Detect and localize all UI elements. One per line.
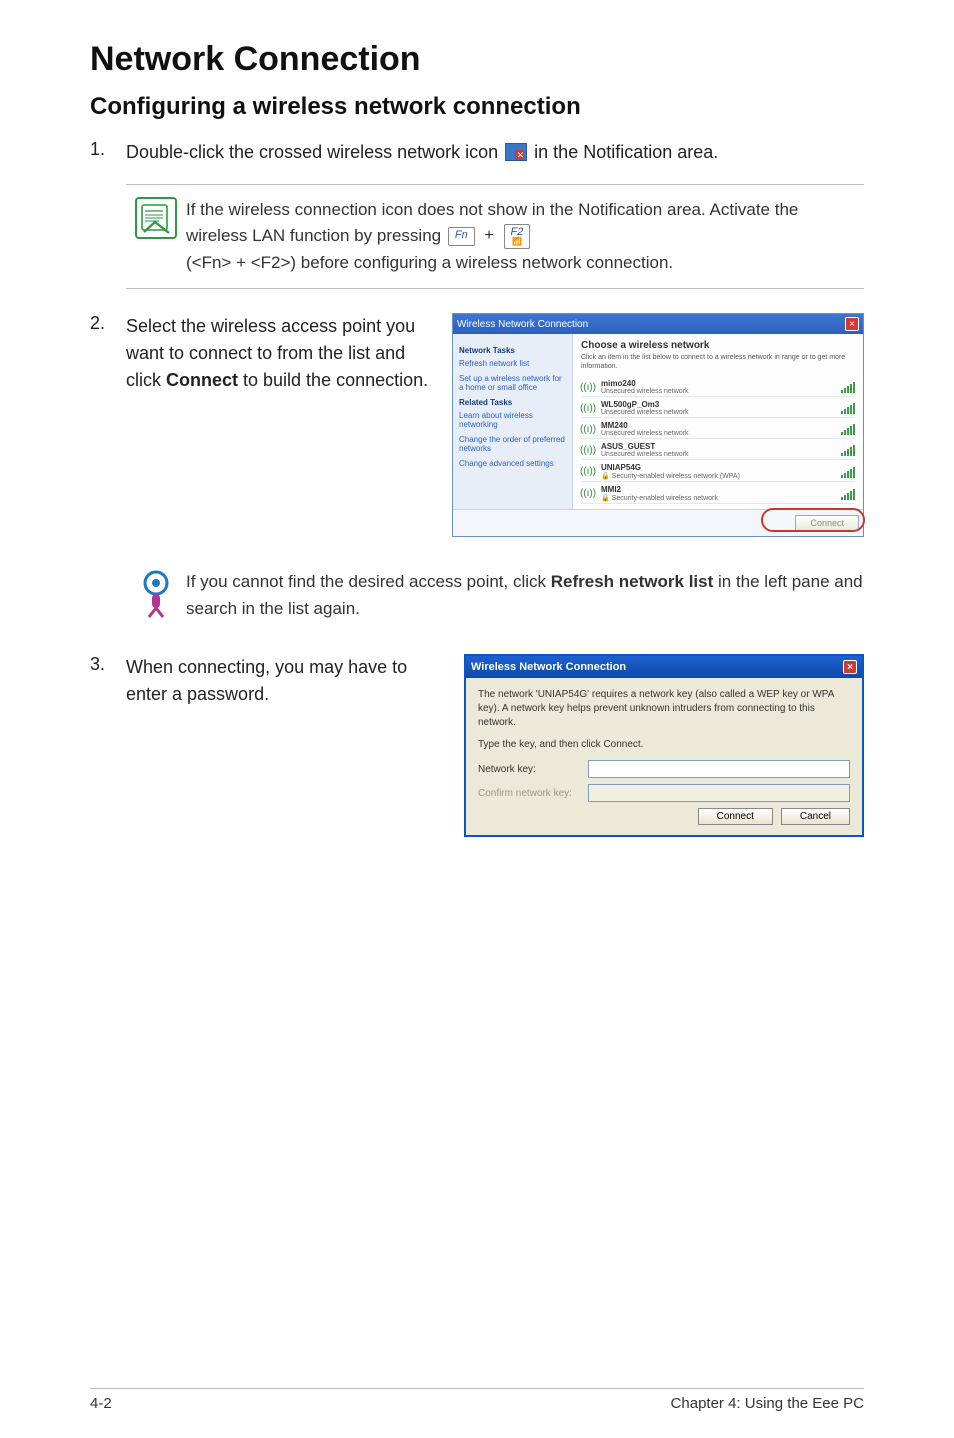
tip-block: If you cannot find the desired access po… (126, 565, 864, 624)
dialog-instruction: Type the key, and then click Connect. (478, 738, 850, 752)
dialog-close-button[interactable]: × (843, 660, 857, 674)
confirm-key-label: Confirm network key: (478, 788, 588, 799)
dialog-message: The network 'UNIAP54G' requires a networ… (478, 688, 850, 730)
network-item[interactable]: ((ı)) ASUS_GUEST Unsecured wireless netw… (581, 439, 855, 460)
step-3-number: 3. (90, 654, 126, 708)
side-tasks-heading: Network Tasks (459, 346, 566, 355)
wifi-antenna-icon: ((ı)) (581, 422, 595, 436)
step-2-bold: Connect (166, 370, 238, 390)
network-item[interactable]: ((ı)) MM240 Unsecured wireless network (581, 418, 855, 439)
dialog-title: Wireless Network Connection (471, 661, 626, 673)
section-heading: Configuring a wireless network connectio… (90, 93, 864, 121)
advanced-settings-link[interactable]: Change advanced settings (459, 459, 566, 468)
step-1: 1. Double-click the crossed wireless net… (90, 139, 864, 166)
network-item[interactable]: ((ı)) mimo240 Unsecured wireless network (581, 376, 855, 397)
signal-strength-icon (841, 488, 855, 500)
network-sub: Unsecured wireless network (601, 430, 835, 437)
signal-strength-icon (841, 381, 855, 393)
close-button[interactable]: × (845, 317, 859, 331)
step-2-text-b: to build the connection. (243, 370, 428, 390)
network-sub: Unsecured wireless network (601, 388, 835, 395)
step-3: 3. When connecting, you may have to ente… (90, 654, 444, 708)
plus-sign: + (484, 227, 493, 244)
confirm-key-input (588, 784, 850, 802)
dialog-connect-button[interactable]: Connect (698, 808, 773, 825)
step-2-number: 2. (90, 313, 126, 394)
signal-strength-icon (841, 402, 855, 414)
network-sub: Security-enabled wireless network (601, 494, 835, 502)
crossed-wireless-icon (505, 143, 527, 161)
step-1-pre: Double-click the crossed wireless networ… (126, 142, 503, 162)
setup-network-link[interactable]: Set up a wireless network for a home or … (459, 374, 566, 392)
network-name: WL500gP_Om3 (601, 400, 835, 409)
footer-chapter: Chapter 4: Using the Eee PC (671, 1395, 864, 1412)
network-name: MMI2 (601, 485, 835, 494)
wifi-antenna-icon: ((ı)) (581, 465, 595, 479)
key-fn-icon: Fn (448, 227, 475, 246)
choose-network-sub: Click an item in the list below to conne… (581, 353, 855, 371)
network-item[interactable]: ((ı)) UNIAP54G Security-enabled wireless… (581, 460, 855, 482)
tip-bold: Refresh network list (551, 572, 714, 591)
dialog-cancel-button[interactable]: Cancel (781, 808, 850, 825)
network-sub: Unsecured wireless network (601, 409, 835, 416)
window-title: Wireless Network Connection (457, 319, 588, 330)
step-1-post: in the Notification area. (534, 142, 718, 162)
choose-network-heading: Choose a wireless network (581, 340, 855, 351)
signal-strength-icon (841, 423, 855, 435)
footer-page-number: 4-2 (90, 1395, 112, 1412)
wireless-list-window: Wireless Network Connection × Network Ta… (452, 313, 864, 537)
tip-icon (139, 569, 173, 624)
note-line2: (<Fn> + <F2>) before configuring a wirel… (186, 253, 673, 272)
wifi-antenna-icon: ((ı)) (581, 401, 595, 415)
learn-wireless-link[interactable]: Learn about wireless networking (459, 411, 566, 429)
key-f2-icon: F2 (504, 224, 531, 249)
network-sub: Unsecured wireless network (601, 451, 835, 458)
network-name: mimo240 (601, 379, 835, 388)
tip-text-a: If you cannot find the desired access po… (186, 572, 551, 591)
network-name: UNIAP54G (601, 463, 835, 472)
network-key-label: Network key: (478, 764, 588, 775)
network-item[interactable]: ((ı)) MMI2 Security-enabled wireless net… (581, 482, 855, 504)
connect-button[interactable]: Connect (795, 515, 859, 531)
network-name: MM240 (601, 421, 835, 430)
note-icon (135, 197, 177, 244)
step-3-text: When connecting, you may have to enter a… (126, 654, 444, 708)
signal-strength-icon (841, 466, 855, 478)
wifi-antenna-icon: ((ı)) (581, 443, 595, 457)
note-block: If the wireless connection icon does not… (126, 184, 864, 289)
network-key-input[interactable] (588, 760, 850, 778)
side-related-heading: Related Tasks (459, 398, 566, 407)
signal-strength-icon (841, 444, 855, 456)
step-1-number: 1. (90, 139, 126, 166)
wifi-antenna-icon: ((ı)) (581, 380, 595, 394)
page-title: Network Connection (90, 40, 864, 79)
network-sub: Security-enabled wireless network (WPA) (601, 472, 835, 480)
change-order-link[interactable]: Change the order of preferred networks (459, 435, 566, 453)
refresh-network-list-link[interactable]: Refresh network list (459, 359, 566, 368)
network-item[interactable]: ((ı)) WL500gP_Om3 Unsecured wireless net… (581, 397, 855, 418)
step-1-text: Double-click the crossed wireless networ… (126, 139, 864, 166)
wifi-antenna-icon: ((ı)) (581, 487, 595, 501)
network-name: ASUS_GUEST (601, 442, 835, 451)
step-2: 2. Select the wireless access point you … (90, 313, 432, 394)
password-dialog: Wireless Network Connection × The networ… (464, 654, 864, 837)
